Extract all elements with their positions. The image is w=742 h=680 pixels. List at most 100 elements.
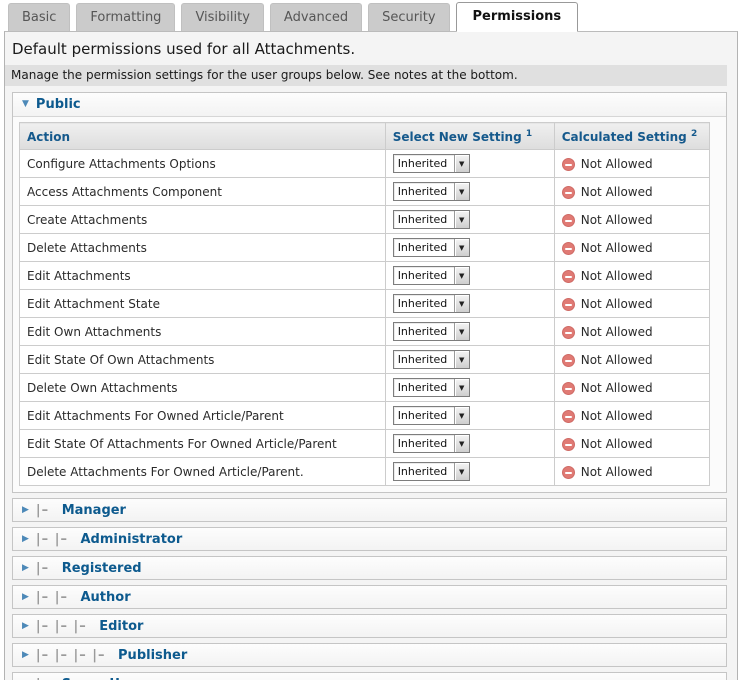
select-arrow-icon: ▼ [454,463,469,480]
permission-row: Edit Attachment State Inherited▼ Not All… [20,290,710,318]
select-arrow-icon: ▼ [454,407,469,424]
action-label: Configure Attachments Options [20,150,386,178]
new-setting-select[interactable]: Inherited▼ [393,238,470,257]
permission-row: Create Attachments Inherited▼ Not Allowe… [20,206,710,234]
select-arrow-icon: ▼ [454,155,469,172]
chevron-right-icon: ▶ [22,506,29,515]
calculated-setting-label: Not Allowed [581,353,653,367]
group-header-public[interactable]: ▼ Public [13,93,726,117]
not-allowed-icon [562,270,575,283]
not-allowed-icon [562,214,575,227]
permission-row: Edit Own Attachments Inherited▼ Not Allo… [20,318,710,346]
select-arrow-icon: ▼ [454,211,469,228]
group-name: Administrator [80,532,182,547]
calculated-setting-label: Not Allowed [581,157,653,171]
group-header-author[interactable]: ▶ |– |– Author [13,586,726,608]
not-allowed-icon [562,298,575,311]
permission-row: Configure Attachments Options Inherited▼… [20,150,710,178]
new-setting-select[interactable]: Inherited▼ [393,210,470,229]
tab-permissions[interactable]: Permissions [456,2,579,32]
tab-security[interactable]: Security [368,3,449,31]
permissions-pane: Default permissions used for all Attachm… [4,31,738,680]
not-allowed-icon [562,186,575,199]
calculated-setting-label: Not Allowed [581,297,653,311]
group-indent-prefix: |– [36,503,55,518]
group-header-publisher[interactable]: ▶ |– |– |– |– Publisher [13,644,726,666]
new-setting-select[interactable]: Inherited▼ [393,406,470,425]
group-author: ▶ |– |– Author [12,585,727,609]
action-label: Edit Attachments [20,262,386,290]
tab-advanced[interactable]: Advanced [270,3,362,31]
group-name: Publisher [118,648,187,663]
permission-row: Edit State Of Attachments For Owned Arti… [20,430,710,458]
permission-row: Edit Attachments Inherited▼ Not Allowed [20,262,710,290]
action-label: Delete Attachments For Owned Article/Par… [20,458,386,486]
group-indent-prefix: |– [36,677,55,680]
action-label: Create Attachments [20,206,386,234]
tab-formatting[interactable]: Formatting [76,3,175,31]
notice-bar: Manage the permission settings for the u… [5,65,727,86]
new-setting-select[interactable]: Inherited▼ [393,266,470,285]
tab-basic[interactable]: Basic [8,3,70,31]
chevron-right-icon: ▶ [22,564,29,573]
permission-row: Delete Own Attachments Inherited▼ Not Al… [20,374,710,402]
group-administrator: ▶ |– |– Administrator [12,527,727,551]
not-allowed-icon [562,438,575,451]
footnote-ref-2: 2 [691,129,697,139]
calculated-setting-label: Not Allowed [581,213,653,227]
not-allowed-icon [562,466,575,479]
calculated-setting-label: Not Allowed [581,325,653,339]
table-header-row: Action Select New Setting 1 Calculated S… [20,123,710,150]
action-label: Access Attachments Component [20,178,386,206]
calculated-setting-label: Not Allowed [581,437,653,451]
group-header-editor[interactable]: ▶ |– |– |– Editor [13,615,726,637]
group-header-manager[interactable]: ▶ |– Manager [13,499,726,521]
new-setting-select[interactable]: Inherited▼ [393,182,470,201]
group-name: Super Users [62,677,151,680]
not-allowed-icon [562,410,575,423]
tab-visibility[interactable]: Visibility [181,3,263,31]
group-header-administrator[interactable]: ▶ |– |– Administrator [13,528,726,550]
column-header-select-new-setting: Select New Setting 1 [385,123,554,150]
action-label: Edit State Of Attachments For Owned Arti… [20,430,386,458]
new-setting-select[interactable]: Inherited▼ [393,462,470,481]
group-super-users: ▶ |– Super Users [12,672,727,680]
select-arrow-icon: ▼ [454,323,469,340]
not-allowed-icon [562,354,575,367]
group-name: Editor [99,619,143,634]
group-indent-prefix: |– |– [36,590,74,605]
group-header-super-users[interactable]: ▶ |– Super Users [13,673,726,680]
action-label: Edit Attachments For Owned Article/Paren… [20,402,386,430]
chevron-right-icon: ▶ [22,593,29,602]
permission-row: Delete Attachments For Owned Article/Par… [20,458,710,486]
new-setting-select[interactable]: Inherited▼ [393,294,470,313]
not-allowed-icon [562,242,575,255]
footnote-ref-1: 1 [526,129,532,139]
group-header-registered[interactable]: ▶ |– Registered [13,557,726,579]
calculated-setting-label: Not Allowed [581,381,653,395]
permission-row: Access Attachments Component Inherited▼ … [20,178,710,206]
chevron-right-icon: ▶ [22,535,29,544]
select-arrow-icon: ▼ [454,295,469,312]
action-label: Edit Attachment State [20,290,386,318]
group-name: Registered [62,561,142,576]
action-label: Edit State Of Own Attachments [20,346,386,374]
permission-row: Edit Attachments For Owned Article/Paren… [20,402,710,430]
chevron-down-icon: ▼ [22,100,29,109]
select-arrow-icon: ▼ [454,183,469,200]
calculated-setting-label: Not Allowed [581,185,653,199]
group-name: Author [80,590,130,605]
new-setting-select[interactable]: Inherited▼ [393,350,470,369]
group-indent-prefix: |– |– |– |– [36,648,111,663]
new-setting-select[interactable]: Inherited▼ [393,434,470,453]
column-header-calculated-setting: Calculated Setting 2 [554,123,709,150]
select-arrow-icon: ▼ [454,379,469,396]
permissions-table: Action Select New Setting 1 Calculated S… [19,122,710,486]
tab-bar: Basic Formatting Visibility Advanced Sec… [0,0,742,31]
group-name: Public [36,97,81,112]
new-setting-select[interactable]: Inherited▼ [393,154,470,173]
group-manager: ▶ |– Manager [12,498,727,522]
group-publisher: ▶ |– |– |– |– Publisher [12,643,727,667]
new-setting-select[interactable]: Inherited▼ [393,322,470,341]
new-setting-select[interactable]: Inherited▼ [393,378,470,397]
